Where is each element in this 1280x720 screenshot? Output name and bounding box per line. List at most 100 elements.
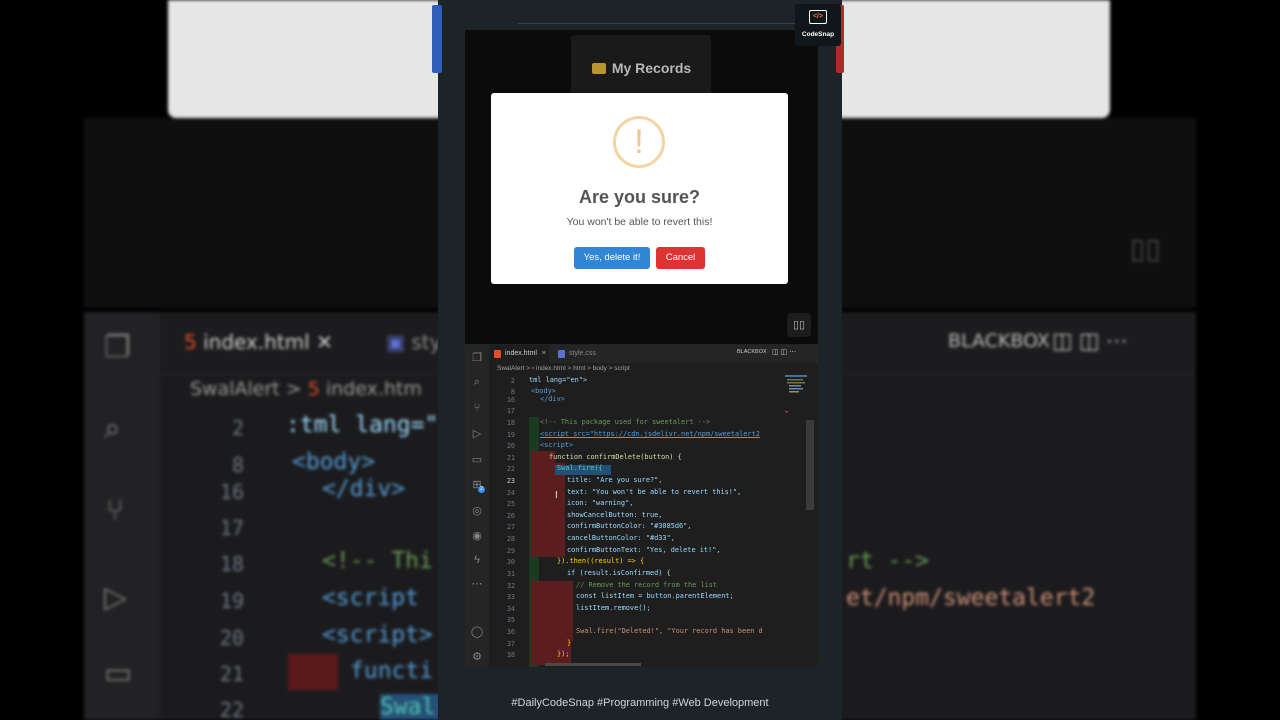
tab-index-html[interactable]: index.html ×	[489, 345, 549, 363]
explorer-icon[interactable]: ❐	[465, 351, 489, 364]
confirm-dialog: ! Are you sure? You won't be able to rev…	[491, 93, 788, 284]
account-icon[interactable]: ◯	[465, 625, 489, 638]
line-number: 8	[510, 388, 515, 396]
settings-gear-icon[interactable]: ⚙	[465, 650, 489, 663]
line-number: 28	[506, 535, 515, 543]
line-number: 25	[506, 500, 515, 508]
bg-code-line: </div>	[322, 476, 406, 502]
bg-tab-index: 5 index.html ✕	[184, 330, 333, 354]
bg-line-number: 18	[219, 552, 244, 576]
line-number: 31	[506, 570, 515, 578]
code-line: }	[567, 639, 572, 647]
bg-code-line: Swal	[380, 694, 436, 720]
bg-code-line: functi	[350, 658, 434, 684]
line-number: 29	[506, 547, 515, 555]
bg-diff-red	[288, 654, 338, 690]
bg-layout-icon: ▯▯	[1130, 233, 1161, 264]
breadcrumb: SwalAlert > ▪ index.html > html > body >…	[497, 365, 630, 372]
vertical-scrollbar[interactable]	[806, 420, 814, 510]
line-number: 21	[506, 454, 515, 462]
bg-line-number: 20	[219, 626, 244, 650]
blackbox-label[interactable]: BLACKBOX	[737, 349, 767, 355]
code-line: <script>	[540, 441, 574, 449]
line-number: 24	[506, 489, 515, 497]
github-icon[interactable]: ◉	[465, 529, 489, 542]
bg-search-icon: ⌕	[104, 412, 121, 445]
code-line: confirmButtonText: "Yes, delete it!",	[567, 546, 721, 554]
bg-code-line: rt -->	[846, 548, 930, 574]
cancel-button[interactable]: Cancel	[656, 247, 705, 269]
search-icon[interactable]: ⌕	[465, 376, 489, 389]
tab-style-css[interactable]: style.css	[553, 345, 607, 363]
line-number: 34	[506, 605, 515, 613]
bg-code-line: <body>	[292, 449, 376, 475]
confirm-delete-button[interactable]: Yes, delete it!	[574, 247, 650, 269]
code-line: // Remove the record from the list	[576, 581, 718, 589]
bg-code-line: et/npm/sweetalert2	[846, 585, 1096, 611]
line-number: 36	[506, 628, 515, 636]
bg-line-number: 19	[219, 589, 244, 613]
bg-code-line: <script	[322, 585, 419, 611]
bg-blackbox-label: BLACKBOX	[948, 330, 1050, 352]
html-file-icon	[494, 350, 501, 358]
bg-files-icon: ❐	[104, 331, 131, 364]
code-line: text: "You won't be able to revert this!…	[567, 488, 742, 496]
code-line: <!-- This package used for sweetalert --…	[540, 418, 711, 426]
code-line: confirmButtonColor: "#3085d6",	[567, 522, 692, 530]
line-number: 35	[506, 616, 515, 624]
code-line: icon: "warning",	[567, 499, 634, 507]
codesnap-logo: </> CodeSnap	[795, 4, 841, 46]
code-line: tml lang="en">	[529, 376, 588, 384]
line-number: 20	[506, 442, 515, 450]
split-editor-icon[interactable]: ◫ ◫ ⋯	[772, 348, 796, 356]
code-line: listItem.remove();	[576, 604, 651, 612]
hashtags: #DailyCodeSnap #Programming #Web Develop…	[511, 697, 769, 709]
frame-divider	[518, 23, 814, 24]
code-line: <script src="https://cdn.jsdelivr.net/np…	[540, 430, 760, 438]
code-line: </div>	[540, 395, 565, 403]
bg-code-line: <!-- Thi	[322, 548, 433, 574]
layout-icon[interactable]: ▯▯	[787, 313, 811, 337]
diff-added-block	[531, 463, 565, 557]
code-icon: </>	[809, 10, 827, 24]
lightning-icon[interactable]: ϟ	[465, 554, 489, 566]
line-number: 2	[510, 377, 515, 385]
code-line: if (result.isConfirmed) {	[567, 569, 671, 577]
code-line: <body>	[531, 387, 556, 395]
dialog-text: You won't be able to revert this!	[566, 216, 713, 228]
bg-line-number: 8	[231, 453, 244, 477]
bg-line-number: 2	[231, 416, 244, 440]
bg-line-number: 21	[219, 662, 244, 686]
bg-code-line: <script>	[322, 622, 433, 648]
line-number: 37	[506, 640, 515, 648]
line-number: 38	[506, 651, 515, 659]
code-line: });	[557, 650, 570, 658]
bg-breadcrumb: SwalAlert > 5 index.htm	[190, 378, 422, 400]
code-editor: ❐ ⌕ ⑂ ▷ ▭ ⊞ 2 ◎ ◉ ϟ ⋯ ◯ ⚙ index.html × st…	[465, 345, 818, 667]
extensions-icon[interactable]: ⊞	[465, 478, 489, 491]
close-icon[interactable]: ×	[542, 350, 546, 357]
code-line: Swal.fire("Deleted!", "Your record has b…	[576, 627, 763, 635]
bg-split-icon: ◫ ◫ ⋯	[1052, 328, 1128, 353]
source-control-icon[interactable]: ⑂	[465, 402, 489, 414]
run-debug-icon[interactable]: ▷	[465, 427, 489, 440]
remote-explorer-icon[interactable]: ▭	[465, 453, 489, 466]
codesnap-label: CodeSnap	[801, 31, 835, 38]
bg-git-icon: ⑂	[106, 494, 124, 527]
minimap[interactable]	[785, 375, 807, 415]
code-line: Swal.fire({	[557, 464, 603, 472]
line-number: 30	[506, 558, 515, 566]
code-line: function confirmDelete(button) {	[549, 453, 682, 461]
line-number: 33	[506, 593, 515, 601]
folder-icon	[591, 63, 606, 74]
timeline-icon[interactable]: ◎	[465, 504, 489, 517]
more-icon[interactable]: ⋯	[465, 577, 489, 590]
horizontal-scrollbar[interactable]	[545, 663, 641, 666]
code-line: title: "Are you sure?",	[567, 476, 663, 484]
warning-icon: !	[613, 116, 665, 168]
dialog-title: Are you sure?	[578, 187, 701, 207]
frame-edge-blue	[432, 5, 442, 73]
line-number: 23	[506, 477, 515, 485]
bg-line-number: 22	[219, 698, 244, 720]
line-number: 16	[506, 396, 515, 404]
